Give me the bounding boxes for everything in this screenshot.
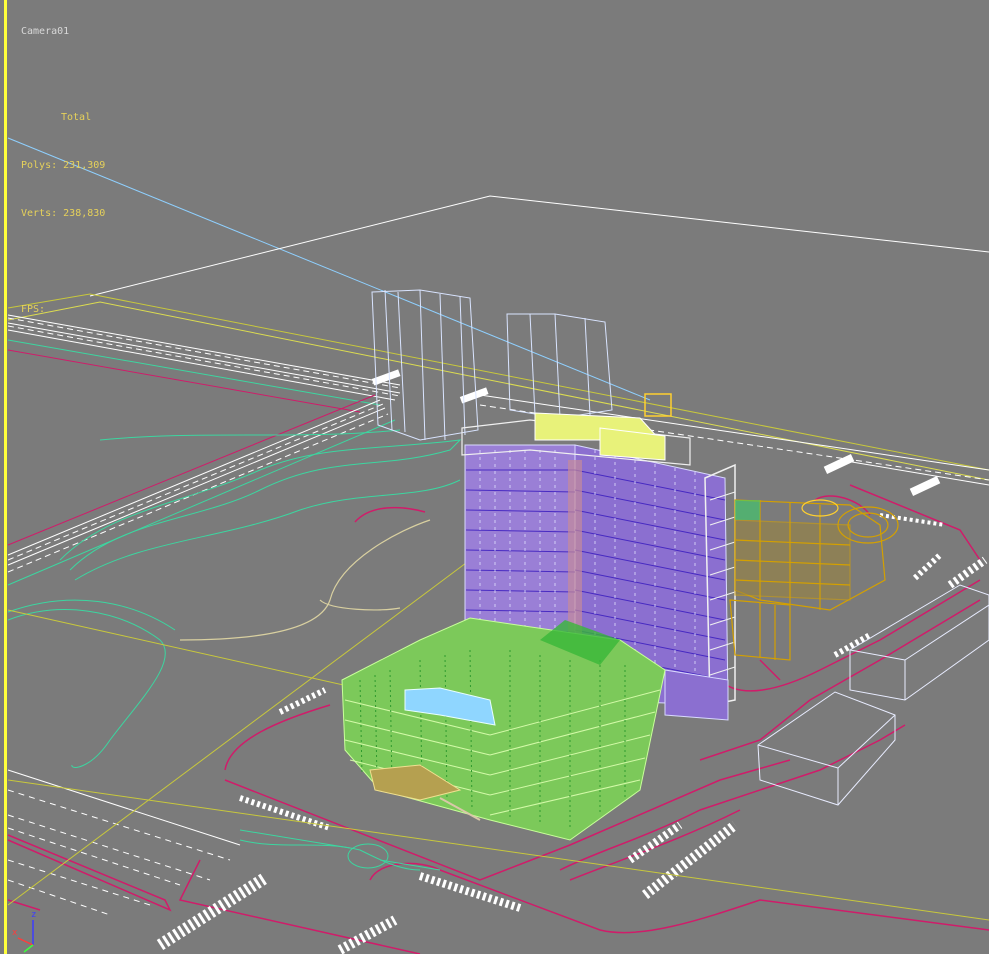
perspective-viewport[interactable]: z x Camera01 Total Polys: 231,309 Verts:… <box>0 0 989 954</box>
viewport-statistics: Camera01 Total Polys: 231,309 Verts: 238… <box>21 0 105 350</box>
polys-value: 231,309 <box>63 160 106 171</box>
scene-wireframe <box>7 137 989 954</box>
axis-gizmo <box>17 920 34 953</box>
lane-markings <box>7 769 241 916</box>
active-viewport-border <box>4 0 7 954</box>
polys-label: Polys: <box>21 160 58 171</box>
podium-building <box>341 617 666 841</box>
viewport-label[interactable]: Camera01 <box>21 24 105 40</box>
verts-label: Verts: <box>21 208 58 219</box>
stats-verts: Verts: 238,830 <box>21 206 105 222</box>
left-road <box>7 399 389 573</box>
garden-path <box>179 519 431 641</box>
ground-boundary <box>89 195 989 297</box>
ghost-blocks-right <box>757 584 989 806</box>
verts-value: 238,830 <box>63 208 106 219</box>
stats-total-header: Total <box>61 112 92 123</box>
stats-polys: Polys: 231,309 <box>21 158 105 174</box>
stats-fps: FPS: <box>21 304 46 315</box>
